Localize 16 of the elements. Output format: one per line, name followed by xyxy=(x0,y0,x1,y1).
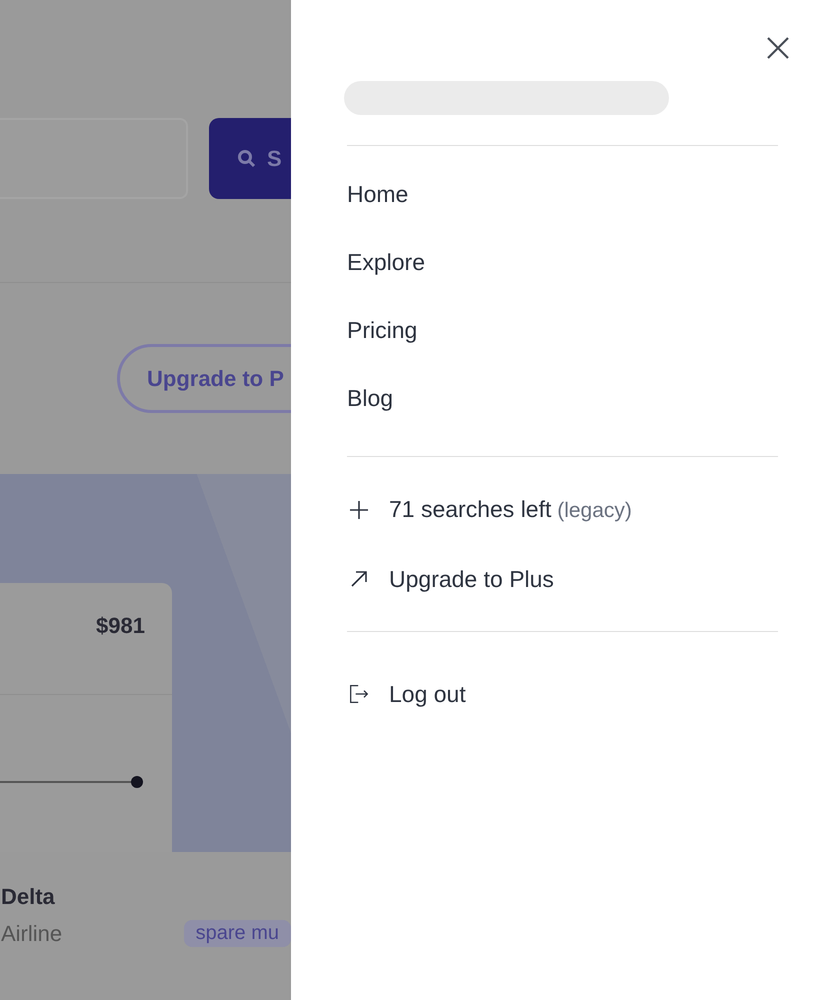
nav-link[interactable]: Pricing xyxy=(347,296,418,364)
close-icon[interactable] xyxy=(766,36,790,60)
logout-link[interactable]: Log out xyxy=(349,664,466,728)
price: $981 xyxy=(95,613,146,639)
plus-icon xyxy=(349,500,369,520)
airline-name: Delta xyxy=(1,884,55,910)
nav-link[interactable]: Home xyxy=(347,162,408,228)
tag: spare mu xyxy=(184,920,291,947)
airline-label: Airline xyxy=(1,920,64,946)
searches-left-link[interactable]: 71 searches left (legacy) xyxy=(349,479,632,545)
search-icon xyxy=(237,148,257,168)
logout-icon xyxy=(349,682,369,706)
nav-link[interactable]: Explore xyxy=(347,228,425,296)
nav-link[interactable]: Blog xyxy=(347,364,394,432)
arrow-up-right-icon xyxy=(349,570,369,588)
upgrade-link[interactable]: Upgrade to Plus xyxy=(349,545,554,613)
